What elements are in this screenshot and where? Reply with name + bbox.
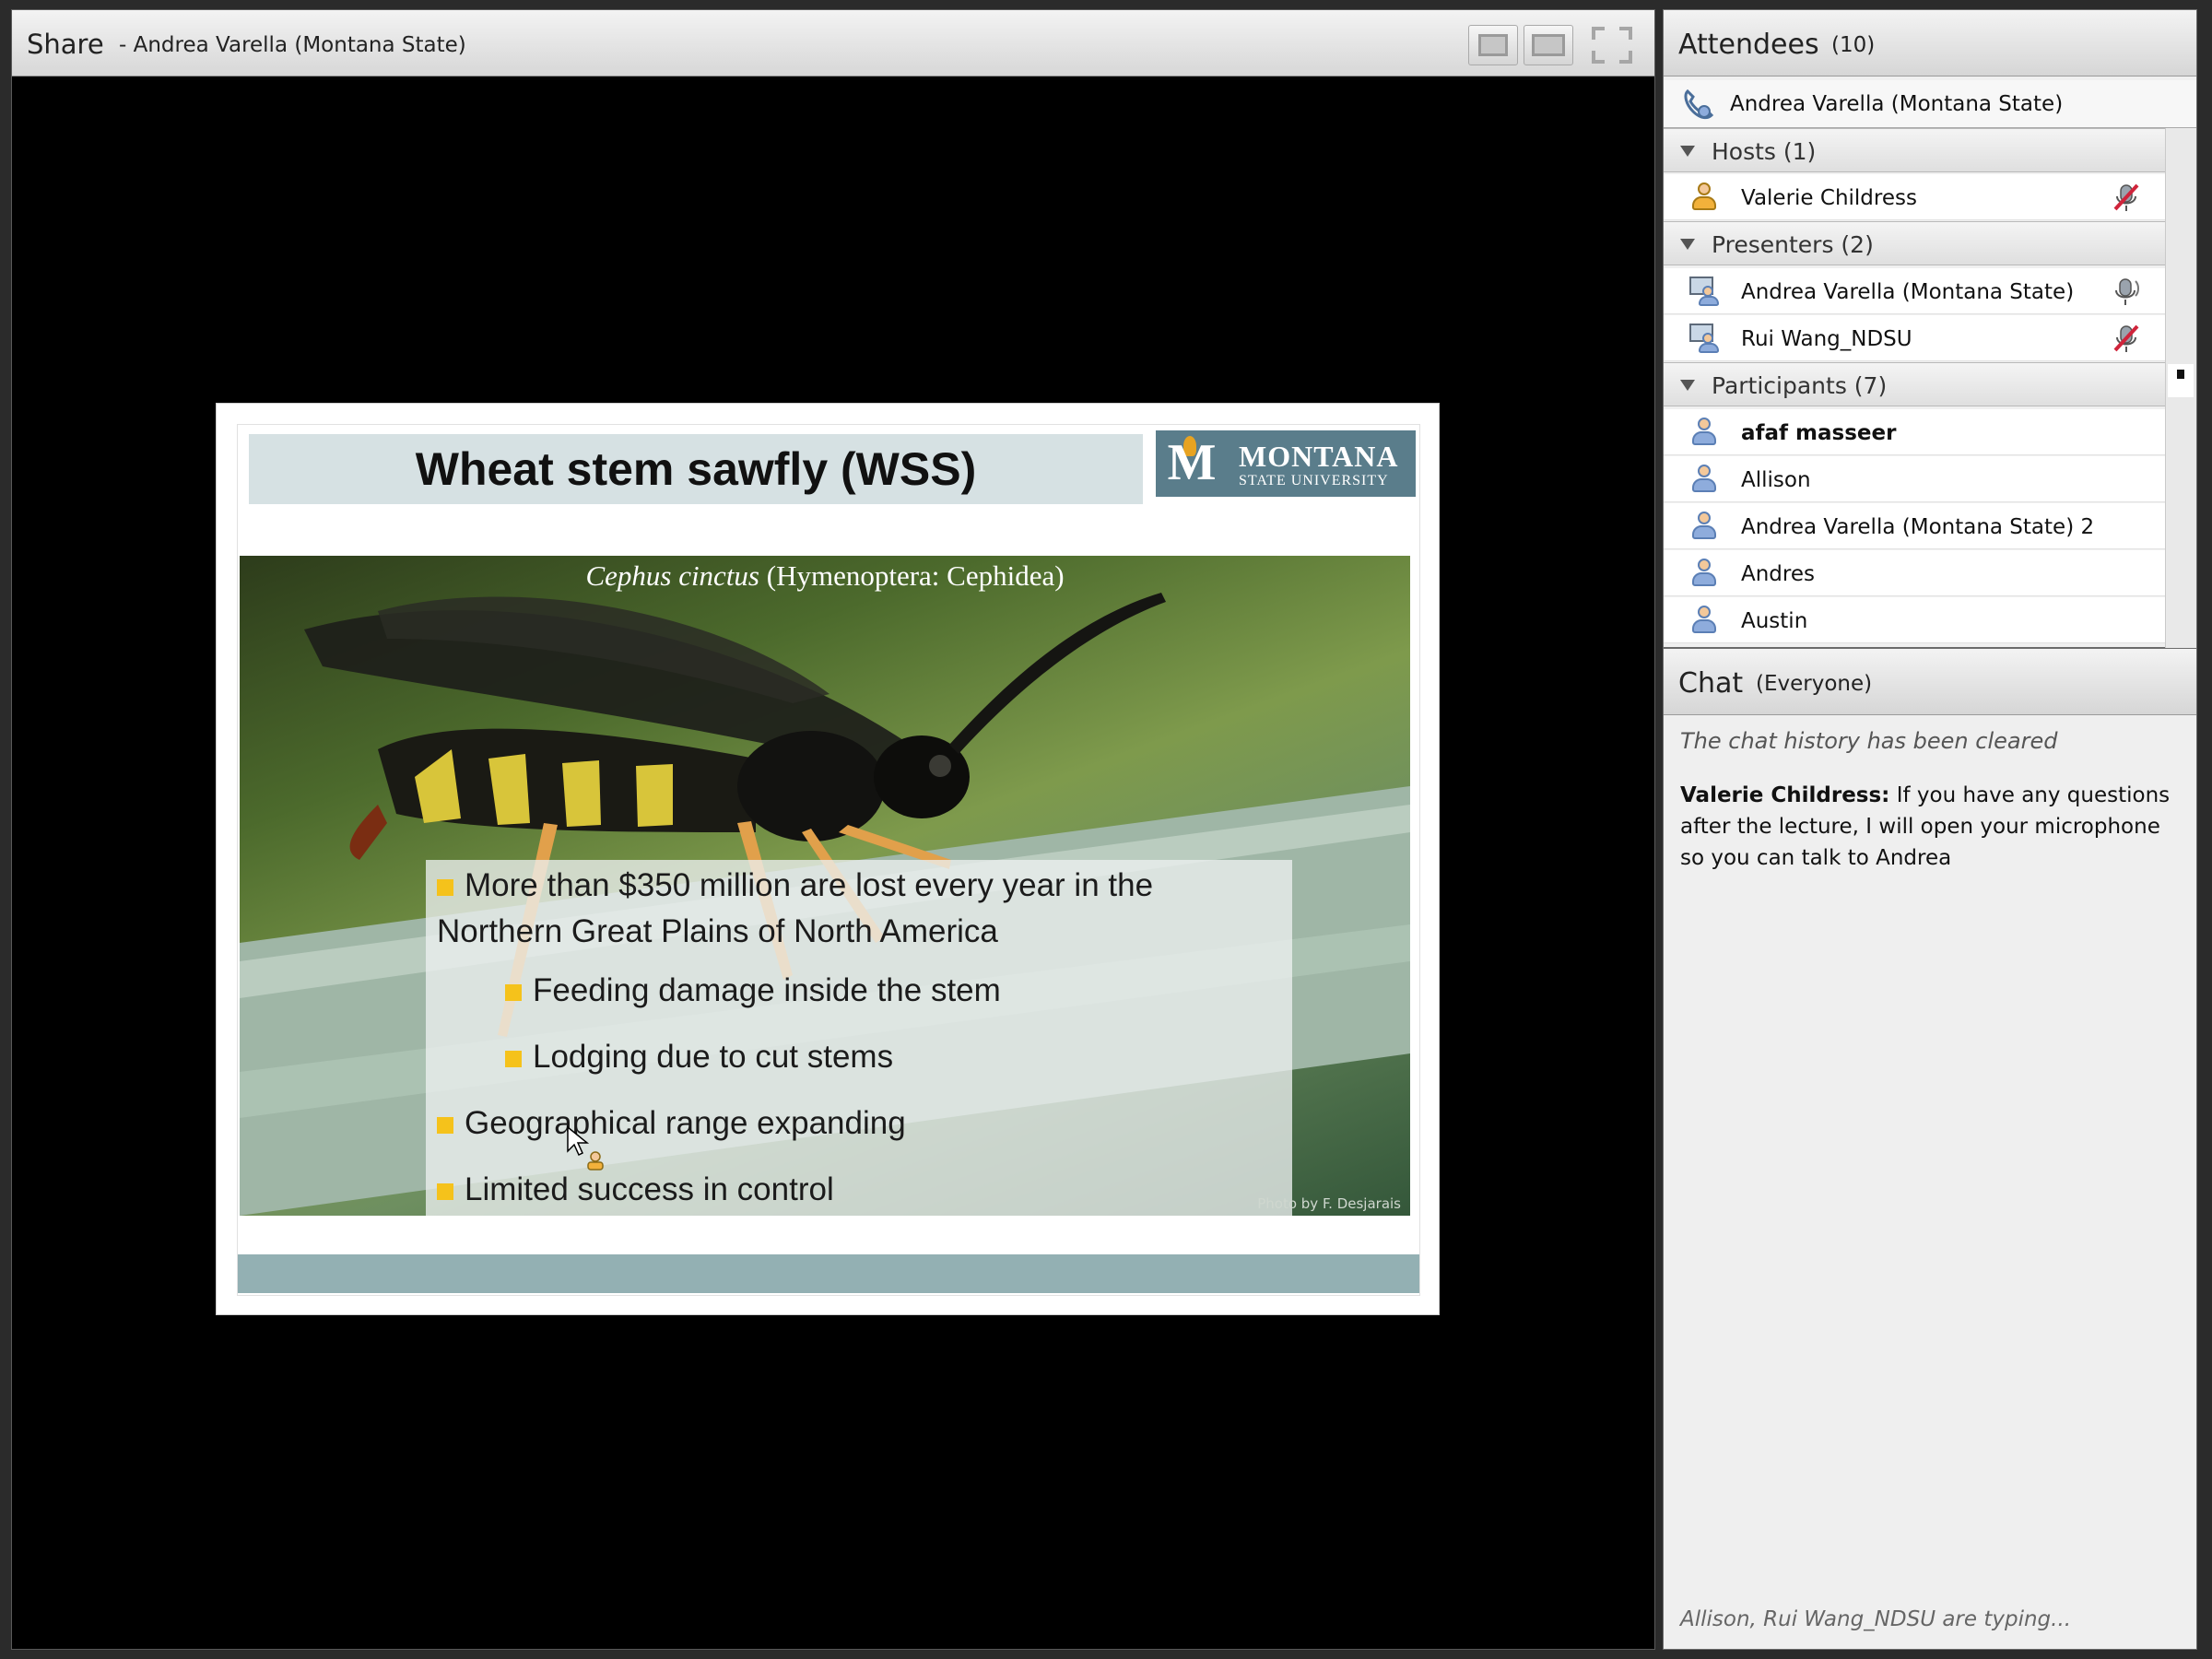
attendees-pod: Attendees (10) Andrea Varella (Montana S…: [1663, 9, 2197, 649]
group-label: Hosts (1): [1712, 138, 1817, 165]
attendee-name: Austin: [1741, 609, 1808, 633]
host-icon: [1689, 182, 1719, 212]
share-pod: Share - Andrea Varella (Montana State) W…: [11, 9, 1655, 1650]
bullet-square: [437, 1116, 453, 1134]
bullet-list: More than $350 million are lost every ye…: [426, 860, 1292, 1216]
attendee-row[interactable]: Rui Wang_NDSU: [1664, 315, 2165, 361]
collapse-triangle-icon: [1680, 380, 1695, 391]
chat-title: Chat: [1678, 667, 1744, 700]
attendee-name: Andrea Varella (Montana State) 2: [1741, 515, 2095, 539]
logo-letter: M: [1167, 434, 1217, 491]
attendee-row[interactable]: Andrea Varella (Montana State): [1664, 268, 2165, 314]
fullscreen-button[interactable]: [1590, 25, 1634, 65]
attendee-row[interactable]: Andres: [1664, 550, 2165, 596]
presentation-slide: Wheat stem sawfly (WSS) M MONTANA STATE …: [216, 403, 1440, 1315]
chat-scope[interactable]: (Everyone): [1756, 672, 1872, 696]
attendee-row[interactable]: Allison: [1664, 456, 2165, 502]
group-participants[interactable]: Participants (7): [1664, 362, 2165, 406]
participant-icon: [1689, 512, 1719, 541]
attendee-name: Rui Wang_NDSU: [1741, 327, 1912, 351]
share-pod-title: Share: [27, 29, 104, 60]
chat-message: Valerie Childress: If you have any quest…: [1680, 780, 2185, 874]
sub-bullet-item: Feeding damage inside the stem: [505, 972, 1001, 1009]
attendee-name: Andres: [1741, 562, 1815, 586]
fit-to-screen-button[interactable]: [1524, 25, 1573, 65]
attendee-name: Valerie Childress: [1741, 186, 1917, 210]
attendee-list: Hosts (1) Valerie Childress Presenters (…: [1664, 128, 2165, 649]
microphone-active-icon[interactable]: [2112, 276, 2141, 307]
bullet-item: Limited success in control: [437, 1171, 834, 1208]
presenter-pointer-icon: [567, 1125, 604, 1171]
slide-title-bar: Wheat stem sawfly (WSS): [249, 434, 1143, 504]
species-name: Cephus cinctus: [585, 559, 759, 592]
chat-history[interactable]: The chat history has been cleared Valeri…: [1664, 715, 2196, 1649]
current-user-name: Andrea Varella (Montana State): [1730, 92, 2064, 116]
group-hosts[interactable]: Hosts (1): [1664, 128, 2165, 172]
participant-icon: [1689, 606, 1719, 635]
collapse-triangle-icon: [1680, 146, 1695, 157]
collapse-triangle-icon: [1680, 239, 1695, 250]
participant-icon: [1689, 559, 1719, 588]
attendee-list-scrollbar[interactable]: [2165, 128, 2196, 649]
participant-icon: [1689, 465, 1719, 494]
attendee-name: Allison: [1741, 468, 1811, 492]
share-pod-header: Share - Andrea Varella (Montana State): [12, 10, 1654, 76]
share-presenter-name: - Andrea Varella (Montana State): [119, 33, 466, 57]
attendee-row[interactable]: Austin: [1664, 597, 2165, 643]
group-label: Participants (7): [1712, 372, 1888, 399]
current-user-row[interactable]: Andrea Varella (Montana State): [1664, 80, 2196, 128]
bullet-item-continued: Northern Great Plains of North America: [437, 913, 998, 949]
logo-line-1: MONTANA: [1239, 440, 1399, 473]
slide-content: Wheat stem sawfly (WSS) M MONTANA STATE …: [237, 424, 1420, 1296]
attendees-header: Attendees (10): [1664, 10, 2196, 76]
slide-title: Wheat stem sawfly (WSS): [415, 443, 977, 495]
logo-line-2: STATE UNIVERSITY: [1239, 473, 1389, 488]
bullet-square: [505, 1050, 522, 1067]
chat-sender: Valerie Childress:: [1680, 783, 1890, 807]
chat-header: Chat (Everyone): [1664, 649, 2196, 715]
presenter-icon: [1689, 324, 1719, 353]
presenter-icon: [1689, 276, 1719, 306]
bullet-square: [437, 878, 453, 896]
attendees-title: Attendees: [1678, 29, 1819, 61]
bullet-item: Geographical range expanding: [437, 1105, 906, 1142]
phone-icon: [1684, 88, 1714, 120]
attendee-row[interactable]: Andrea Varella (Montana State) 2: [1664, 503, 2165, 549]
monitor-icon: [1532, 34, 1565, 56]
attendee-name: Andrea Varella (Montana State): [1741, 280, 2075, 304]
sawfly-photo: Cephus cinctus (Hymenoptera: Cephidea) M…: [240, 556, 1410, 1216]
bullet-item: More than $350 million are lost every ye…: [437, 867, 1153, 904]
microphone-muted-icon[interactable]: [2112, 323, 2141, 354]
species-order: (Hymenoptera: Cephidea): [759, 559, 1065, 592]
chat-cleared-notice: The chat history has been cleared: [1680, 728, 2058, 754]
scrollbar-grip: [2177, 370, 2184, 379]
montana-state-logo: M MONTANA STATE UNIVERSITY: [1156, 430, 1416, 497]
layout-view-button[interactable]: [1468, 25, 1518, 65]
participant-phone-icon: [1689, 418, 1719, 447]
photo-caption: Cephus cinctus (Hymenoptera: Cephidea): [240, 559, 1410, 593]
chat-pod: Chat (Everyone) The chat history has bee…: [1663, 648, 2197, 1650]
attendee-row[interactable]: afaf masseer: [1664, 409, 2165, 455]
slide-footer-bar: [238, 1254, 1419, 1293]
sub-bullet-item: Lodging due to cut stems: [505, 1039, 893, 1076]
group-label: Presenters (2): [1712, 231, 1874, 258]
microphone-muted-icon[interactable]: [2112, 182, 2141, 213]
attendee-row[interactable]: Valerie Childress: [1664, 174, 2165, 220]
group-presenters[interactable]: Presenters (2): [1664, 221, 2165, 265]
attendees-count: (10): [1831, 33, 1876, 57]
bullet-square: [437, 1182, 453, 1200]
bullet-square: [505, 983, 522, 1001]
typing-indicator: Allison, Rui Wang_NDSU are typing...: [1680, 1607, 2072, 1631]
photo-credit: Photo by F. Desjarais: [1257, 1195, 1401, 1212]
monitor-icon: [1478, 34, 1508, 56]
attendee-name: afaf masseer: [1741, 421, 1897, 445]
